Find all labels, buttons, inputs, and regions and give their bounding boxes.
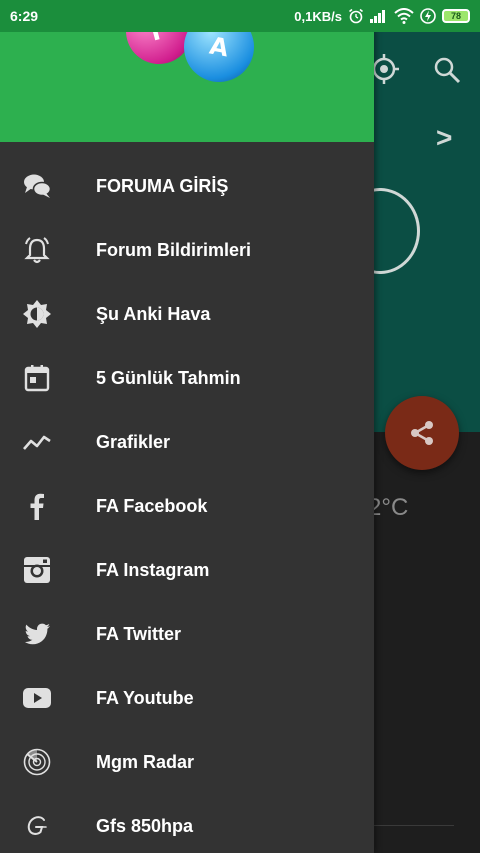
status-indicators: 0,1KB/s 78 <box>294 8 470 24</box>
drawer-menu: FORUMA GİRİŞ Forum Bildirimleri Şu Anki … <box>0 154 374 853</box>
menu-label: Forum Bildirimleri <box>96 239 252 260</box>
menu-item-fa-youtube[interactable]: FA Youtube <box>0 666 374 730</box>
menu-label: Şu Anki Hava <box>96 303 211 324</box>
gfs-logo-icon <box>27 816 47 835</box>
menu-label: 5 Günlük Tahmin <box>96 367 241 388</box>
chart-line-icon <box>23 435 51 450</box>
menu-label: FA Youtube <box>96 687 194 708</box>
radar-icon <box>23 748 51 776</box>
menu-label: Grafikler <box>96 431 171 452</box>
twitter-icon <box>24 623 50 645</box>
menu-label: FA Instagram <box>96 559 210 580</box>
menu-label: FA Twitter <box>96 623 181 644</box>
share-fab-button[interactable] <box>385 396 459 470</box>
calendar-icon <box>24 365 50 392</box>
wifi-icon <box>394 8 414 24</box>
facebook-icon <box>30 493 44 520</box>
menu-item-gfs-850hpa[interactable]: Gfs 850hpa <box>0 794 374 853</box>
menu-label: FORUMA GİRİŞ <box>96 175 229 196</box>
charging-icon <box>420 8 436 24</box>
menu-label: Mgm Radar <box>96 751 195 772</box>
menu-item-forum-login[interactable]: FORUMA GİRİŞ <box>0 154 374 218</box>
network-speed: 0,1KB/s <box>294 8 342 24</box>
signal-icon <box>370 10 385 23</box>
menu-item-current-weather[interactable]: Şu Anki Hava <box>0 282 374 346</box>
weather-brightness-icon <box>23 300 51 328</box>
divider <box>374 825 454 826</box>
alarm-icon <box>349 8 363 24</box>
chat-bubbles-icon <box>24 174 52 198</box>
youtube-icon <box>23 688 51 708</box>
next-arrow[interactable]: > <box>436 122 452 154</box>
bell-icon <box>24 237 50 264</box>
menu-label: Gfs 850hpa <box>96 815 194 836</box>
menu-item-forum-notifications[interactable]: Forum Bildirimleri <box>0 218 374 282</box>
status-time: 6:29 <box>10 8 39 24</box>
menu-item-fa-facebook[interactable]: FA Facebook <box>0 474 374 538</box>
menu-item-5-day-forecast[interactable]: 5 Günlük Tahmin <box>0 346 374 410</box>
menu-item-mgm-radar[interactable]: Mgm Radar <box>0 730 374 794</box>
navigation-drawer: F A FORUMA GİRİŞ <box>0 0 374 853</box>
search-icon[interactable] <box>432 55 462 85</box>
menu-label: FA Facebook <box>96 495 208 516</box>
menu-item-fa-instagram[interactable]: FA Instagram <box>0 538 374 602</box>
instagram-icon <box>24 557 50 583</box>
share-icon <box>411 421 433 445</box>
menu-item-fa-twitter[interactable]: FA Twitter <box>0 602 374 666</box>
battery-icon: 78 <box>442 9 470 23</box>
menu-item-charts[interactable]: Grafikler <box>0 410 374 474</box>
status-bar: 6:29 0,1KB/s 78 <box>0 0 480 32</box>
